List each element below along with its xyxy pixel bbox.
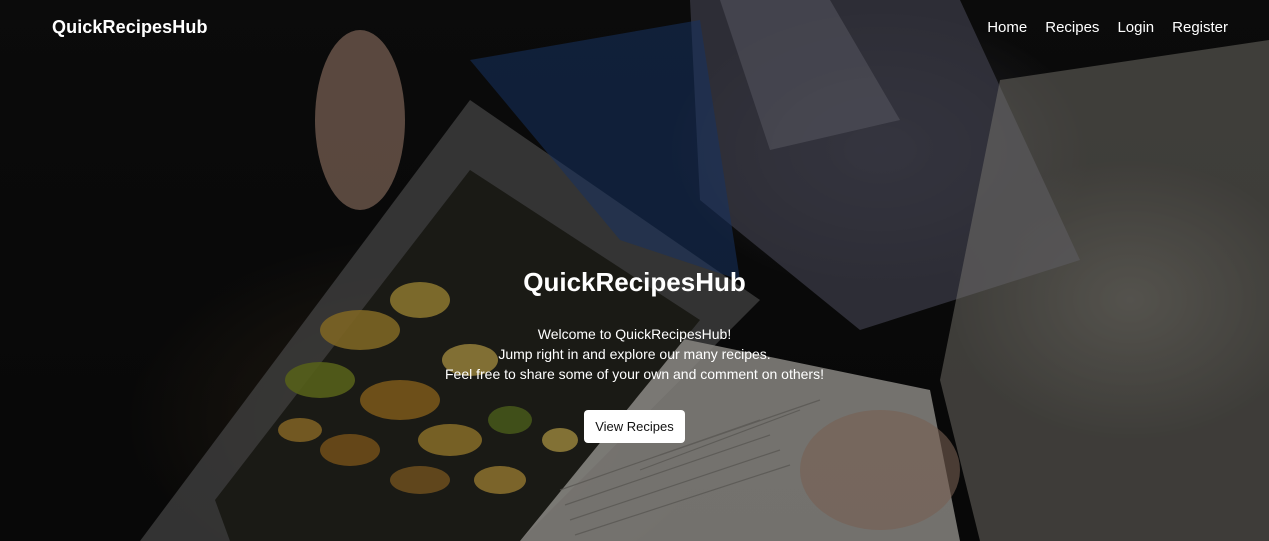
hero-line-share: Feel free to share some of your own and …: [445, 366, 824, 382]
hero-title: QuickRecipesHub: [523, 267, 746, 297]
hero-section: QuickRecipesHub Home Recipes Login Regis…: [0, 0, 1269, 541]
hero-line-explore: Jump right in and explore our many recip…: [498, 346, 771, 362]
hero-description: Welcome to QuickRecipesHub! Jump right i…: [0, 324, 1269, 384]
nav-links: Home Recipes Login Register: [987, 19, 1228, 36]
nav-link-recipes[interactable]: Recipes: [1045, 19, 1099, 36]
navbar: QuickRecipesHub Home Recipes Login Regis…: [0, 0, 1269, 54]
brand-logo-link[interactable]: QuickRecipesHub: [52, 17, 208, 38]
hero-content: QuickRecipesHub Welcome to QuickRecipesH…: [0, 262, 1269, 443]
nav-link-home[interactable]: Home: [987, 19, 1027, 36]
nav-link-register[interactable]: Register: [1172, 19, 1228, 36]
view-recipes-button[interactable]: View Recipes: [584, 410, 685, 443]
nav-link-login[interactable]: Login: [1117, 19, 1154, 36]
hero-line-welcome: Welcome to QuickRecipesHub!: [537, 326, 732, 342]
